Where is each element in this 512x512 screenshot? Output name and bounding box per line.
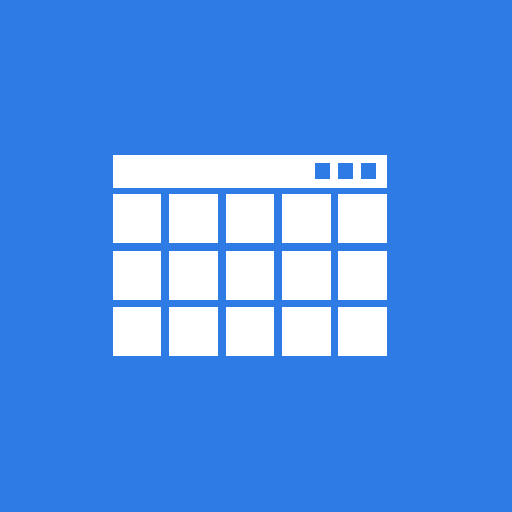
grid-cell — [338, 194, 387, 243]
title-bar-button — [338, 163, 353, 179]
grid-cell — [113, 251, 161, 300]
title-bar-buttons — [315, 163, 376, 179]
grid-cell — [113, 194, 161, 243]
grid-cell — [338, 251, 387, 300]
grid-cells — [113, 194, 387, 356]
grid-cell — [169, 251, 218, 300]
grid-cell — [169, 194, 218, 243]
grid-cell — [282, 307, 331, 356]
grid-cell — [226, 307, 274, 356]
title-bar-button — [361, 163, 376, 179]
grid-cell — [169, 307, 218, 356]
app-icon-canvas — [0, 0, 512, 512]
grid-cell — [226, 251, 274, 300]
grid-cell — [338, 307, 387, 356]
title-bar-button — [315, 163, 330, 179]
grid-cell — [282, 251, 331, 300]
window-grid-icon — [113, 155, 387, 356]
grid-cell — [226, 194, 274, 243]
grid-cell — [282, 194, 331, 243]
grid-cell — [113, 307, 161, 356]
